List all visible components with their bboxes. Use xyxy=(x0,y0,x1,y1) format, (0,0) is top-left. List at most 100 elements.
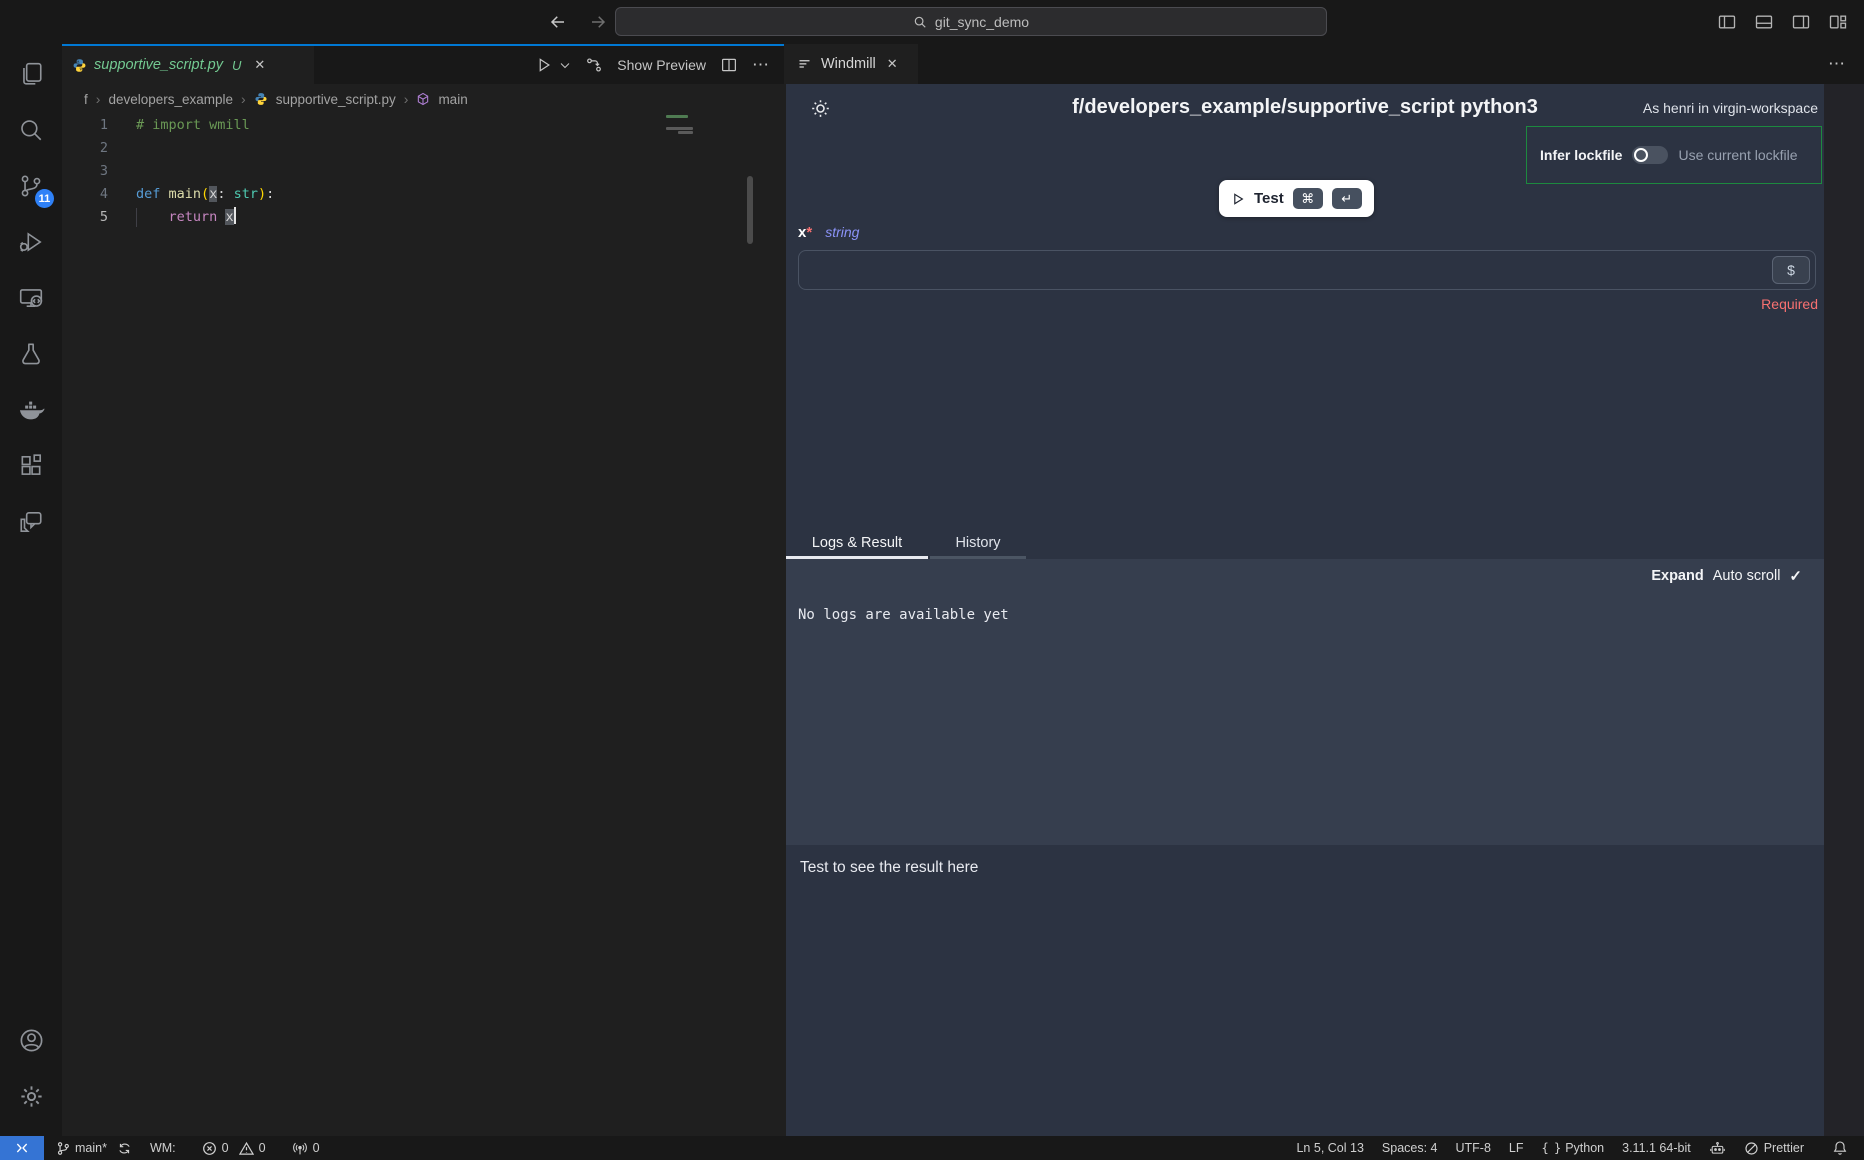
command-center-search[interactable]: git_sync_demo xyxy=(615,7,1327,36)
comments-icon[interactable] xyxy=(5,496,57,548)
docker-icon[interactable] xyxy=(5,384,57,436)
back-icon[interactable] xyxy=(544,8,572,36)
tab-label: Windmill xyxy=(821,56,876,72)
tab-supportive-script[interactable]: supportive_script.py U ✕ xyxy=(62,46,314,84)
radio-tower-icon xyxy=(292,1141,308,1156)
autoscroll-label[interactable]: Auto scroll xyxy=(1713,568,1781,584)
line-number: 3 xyxy=(62,160,108,183)
notifications-bell-icon[interactable] xyxy=(1832,1140,1848,1156)
play-icon xyxy=(1231,192,1245,206)
toggle-panel-icon[interactable] xyxy=(1754,12,1774,32)
close-icon[interactable]: ✕ xyxy=(254,57,265,73)
language-mode[interactable]: { } Python xyxy=(1542,1141,1605,1155)
code-line: 4 def main(x: str): xyxy=(62,183,784,206)
feedback-robot-icon[interactable] xyxy=(1709,1140,1726,1157)
webview-list-icon xyxy=(797,57,812,72)
extensions-icon[interactable] xyxy=(5,440,57,492)
tab-logs-result[interactable]: Logs & Result xyxy=(786,530,928,559)
layout-controls xyxy=(1717,12,1848,32)
code-editor[interactable]: 1 # import wmill 2 3 4 def main(x: str):… xyxy=(62,114,784,1136)
code-text: : xyxy=(266,186,274,202)
enter-key-badge: ↵ xyxy=(1332,188,1362,209)
more-actions-icon[interactable]: ⋯ xyxy=(752,55,770,75)
explorer-icon[interactable] xyxy=(5,48,57,100)
code-line: 2 xyxy=(62,137,784,160)
account-icon[interactable] xyxy=(5,1014,57,1066)
remote-indicator[interactable] xyxy=(0,1136,44,1160)
logs-panel: Expand Auto scroll ✓ No logs are availab… xyxy=(786,559,1824,845)
breadcrumb-file[interactable]: supportive_script.py xyxy=(276,92,396,107)
search-icon[interactable] xyxy=(5,104,57,156)
checkmark-icon[interactable]: ✓ xyxy=(1789,567,1802,585)
use-current-lockfile-label: Use current lockfile xyxy=(1678,147,1797,163)
breadcrumb-root[interactable]: f xyxy=(84,92,88,107)
python-file-icon xyxy=(254,92,268,106)
sync-icon[interactable] xyxy=(117,1141,132,1156)
code-type: str xyxy=(234,186,258,202)
text-cursor xyxy=(234,207,236,224)
scm-badge: 11 xyxy=(35,189,54,208)
status-bar-right: Ln 5, Col 13 Spaces: 4 UTF-8 LF { } Pyth… xyxy=(1296,1140,1864,1157)
formatter-status[interactable]: Prettier xyxy=(1744,1141,1804,1156)
editor-scrollbar-thumb[interactable] xyxy=(747,176,753,244)
close-icon[interactable]: ✕ xyxy=(887,56,898,72)
eol-sequence[interactable]: LF xyxy=(1509,1141,1524,1155)
test-label: Test xyxy=(1254,190,1284,207)
arg-x-input[interactable] xyxy=(798,250,1816,290)
python-file-icon xyxy=(72,58,87,73)
show-preview-button[interactable]: Show Preview xyxy=(617,57,706,73)
windmill-status[interactable]: WM: xyxy=(150,1141,176,1155)
toggle-sidebar-icon[interactable] xyxy=(1717,12,1737,32)
run-dropdown-chevron-icon[interactable] xyxy=(559,59,571,71)
ports-status[interactable]: 0 xyxy=(292,1141,320,1156)
breadcrumb: f › developers_example › supportive_scri… xyxy=(62,84,784,114)
tab-windmill[interactable]: Windmill ✕ xyxy=(786,44,918,84)
cursor-position[interactable]: Ln 5, Col 13 xyxy=(1296,1141,1363,1155)
forward-icon[interactable] xyxy=(584,8,612,36)
argument-label: x*string xyxy=(798,224,859,241)
split-editor-icon[interactable] xyxy=(720,56,738,74)
code-bracket: ) xyxy=(258,186,266,202)
workspace-context: As henri in virgin-workspace xyxy=(1643,100,1818,116)
encoding[interactable]: UTF-8 xyxy=(1456,1141,1491,1155)
python-version[interactable]: 3.11.1 64-bit xyxy=(1622,1141,1691,1155)
title-bar: git_sync_demo xyxy=(0,0,1864,44)
branch-name: main* xyxy=(75,1141,107,1155)
remote-explorer-icon[interactable] xyxy=(5,272,57,324)
tab-history[interactable]: History xyxy=(930,530,1026,559)
breadcrumb-symbol[interactable]: main xyxy=(438,92,467,107)
warning-count: 0 xyxy=(259,1141,266,1155)
tab-label: supportive_script.py xyxy=(94,57,223,73)
status-bar: main* WM: 0 0 0 Ln 5, Col 13 Spaces: 4 U… xyxy=(0,1136,1864,1160)
settings-gear-icon[interactable] xyxy=(5,1070,57,1122)
breadcrumb-folder[interactable]: developers_example xyxy=(108,92,233,107)
run-debug-icon[interactable] xyxy=(5,216,57,268)
error-count: 0 xyxy=(222,1141,229,1155)
testing-icon[interactable] xyxy=(5,328,57,380)
test-button[interactable]: Test ⌘ ↵ xyxy=(1219,180,1374,217)
source-control-icon[interactable]: 11 xyxy=(5,160,57,212)
line-number: 5 xyxy=(62,206,108,229)
toggle-secondary-sidebar-icon[interactable] xyxy=(1791,12,1811,32)
insert-variable-button[interactable]: $ xyxy=(1772,256,1810,284)
chevron-right-icon: › xyxy=(241,91,246,107)
run-icon[interactable] xyxy=(535,56,553,74)
symbol-cube-icon xyxy=(416,92,430,106)
indentation[interactable]: Spaces: 4 xyxy=(1382,1141,1438,1155)
customize-layout-icon[interactable] xyxy=(1828,12,1848,32)
more-actions-icon[interactable]: ⋯ xyxy=(1828,44,1846,84)
panel-tab-bar: Windmill ✕ ⋯ xyxy=(786,44,1864,84)
minimap-mark xyxy=(678,131,693,134)
panel-tabs: Logs & Result History xyxy=(786,530,1026,559)
windmill-webview: f/developers_example/supportive_script p… xyxy=(786,84,1864,1136)
expand-button[interactable]: Expand xyxy=(1651,568,1703,584)
wm-label: WM: xyxy=(150,1141,176,1155)
lockfile-toggle[interactable] xyxy=(1632,146,1668,164)
activity-bar: 11 xyxy=(0,44,62,1136)
required-asterisk: * xyxy=(806,224,812,241)
chevron-right-icon: › xyxy=(404,91,409,107)
git-branch-status[interactable]: main* xyxy=(56,1141,107,1156)
open-changes-icon[interactable] xyxy=(585,56,603,74)
problems-status[interactable]: 0 0 xyxy=(202,1141,266,1156)
result-hint: Test to see the result here xyxy=(800,859,978,877)
